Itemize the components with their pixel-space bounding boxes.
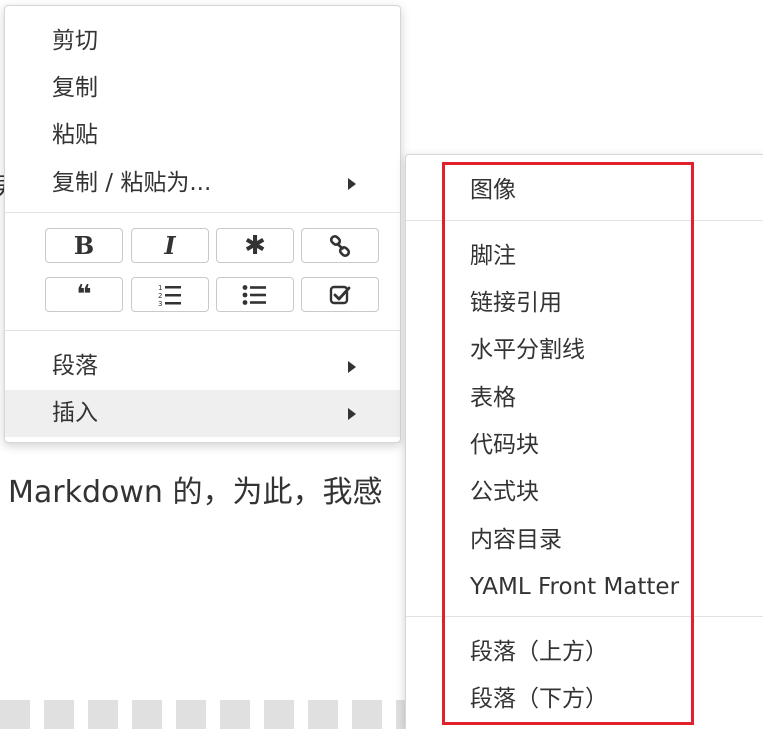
submenu-item-label: 表格 [470, 385, 516, 411]
editor-page: 男 Markdown 的，为此，我感 剪切 复制 粘贴 复制 / 粘贴为... … [0, 0, 763, 729]
italic-button[interactable]: I [131, 228, 209, 263]
submenu-item-label: 段落（上方） [470, 639, 608, 665]
submenu-item-code-block[interactable]: 代码块 [406, 422, 763, 469]
submenu-item-horizontal-rule[interactable]: 水平分割线 [406, 327, 763, 374]
unordered-list-button[interactable] [216, 277, 294, 312]
menu-item-cut[interactable]: 剪切 [5, 18, 400, 65]
menu-separator [406, 616, 763, 617]
context-menu: 剪切 复制 粘贴 复制 / 粘贴为... B I ✱ ❝ 1 2 3 段落 插入 [4, 5, 401, 443]
menu-item-label: 粘贴 [52, 122, 98, 148]
italic-icon: I [164, 231, 176, 260]
menu-item-label: 复制 [52, 75, 98, 101]
submenu-item-paragraph-below[interactable]: 段落（下方） [406, 676, 763, 723]
menu-separator [5, 212, 400, 213]
task-list-button[interactable] [301, 277, 379, 312]
submenu-item-label: 代码块 [470, 432, 539, 458]
asterisk-icon: ✱ [244, 230, 266, 261]
menu-separator [5, 330, 400, 331]
unordered-list-icon [242, 284, 266, 305]
bold-icon: B [73, 231, 95, 260]
quote-icon: ❝ [76, 279, 92, 310]
insert-submenu: 图像 脚注 链接引用 水平分割线 表格 代码块 公式块 内容目录 YAML Fr… [405, 154, 763, 729]
submenu-item-label: YAML Front Matter [470, 574, 680, 600]
submenu-item-label: 水平分割线 [470, 337, 585, 363]
submenu-arrow-icon [348, 361, 356, 373]
submenu-item-label: 链接引用 [470, 290, 562, 316]
menu-item-copy[interactable]: 复制 [5, 65, 400, 112]
link-button[interactable] [301, 228, 379, 263]
submenu-item-label: 图像 [470, 177, 516, 203]
submenu-arrow-icon [348, 178, 356, 190]
submenu-item-label: 段落（下方） [470, 686, 608, 712]
submenu-item-math-block[interactable]: 公式块 [406, 469, 763, 516]
code-button[interactable]: ✱ [216, 228, 294, 263]
menu-item-label: 段落 [52, 353, 98, 379]
svg-text:2: 2 [158, 292, 162, 300]
menu-item-label: 复制 / 粘贴为... [52, 170, 212, 196]
submenu-item-label: 公式块 [470, 479, 539, 505]
submenu-item-paragraph-above[interactable]: 段落（上方） [406, 629, 763, 676]
menu-item-copy-paste-as[interactable]: 复制 / 粘贴为... [5, 160, 400, 207]
menu-separator [406, 220, 763, 221]
menu-item-label: 插入 [52, 400, 98, 426]
checkbox-icon [329, 285, 351, 304]
document-text-line: Markdown 的，为此，我感 [8, 475, 383, 510]
ordered-list-icon: 1 2 3 [158, 284, 181, 307]
submenu-item-image[interactable]: 图像 [406, 167, 763, 214]
submenu-item-link-reference[interactable]: 链接引用 [406, 280, 763, 327]
submenu-item-label: 内容目录 [470, 527, 562, 553]
menu-item-paste[interactable]: 粘贴 [5, 112, 400, 159]
submenu-item-yaml-front-matter[interactable]: YAML Front Matter [406, 564, 763, 611]
menu-item-insert[interactable]: 插入 [5, 390, 400, 437]
document-faded-text [0, 700, 420, 729]
menu-item-label: 剪切 [52, 28, 98, 54]
link-icon [329, 234, 351, 257]
submenu-item-table[interactable]: 表格 [406, 375, 763, 422]
svg-text:1: 1 [158, 284, 162, 292]
submenu-item-toc[interactable]: 内容目录 [406, 517, 763, 564]
submenu-item-footnote[interactable]: 脚注 [406, 233, 763, 280]
submenu-arrow-icon [348, 408, 356, 420]
ordered-list-button[interactable]: 1 2 3 [131, 277, 209, 312]
quote-button[interactable]: ❝ [45, 277, 123, 312]
menu-item-paragraph[interactable]: 段落 [5, 343, 400, 390]
bold-button[interactable]: B [45, 228, 123, 263]
submenu-item-label: 脚注 [470, 243, 516, 269]
svg-text:3: 3 [158, 300, 162, 307]
